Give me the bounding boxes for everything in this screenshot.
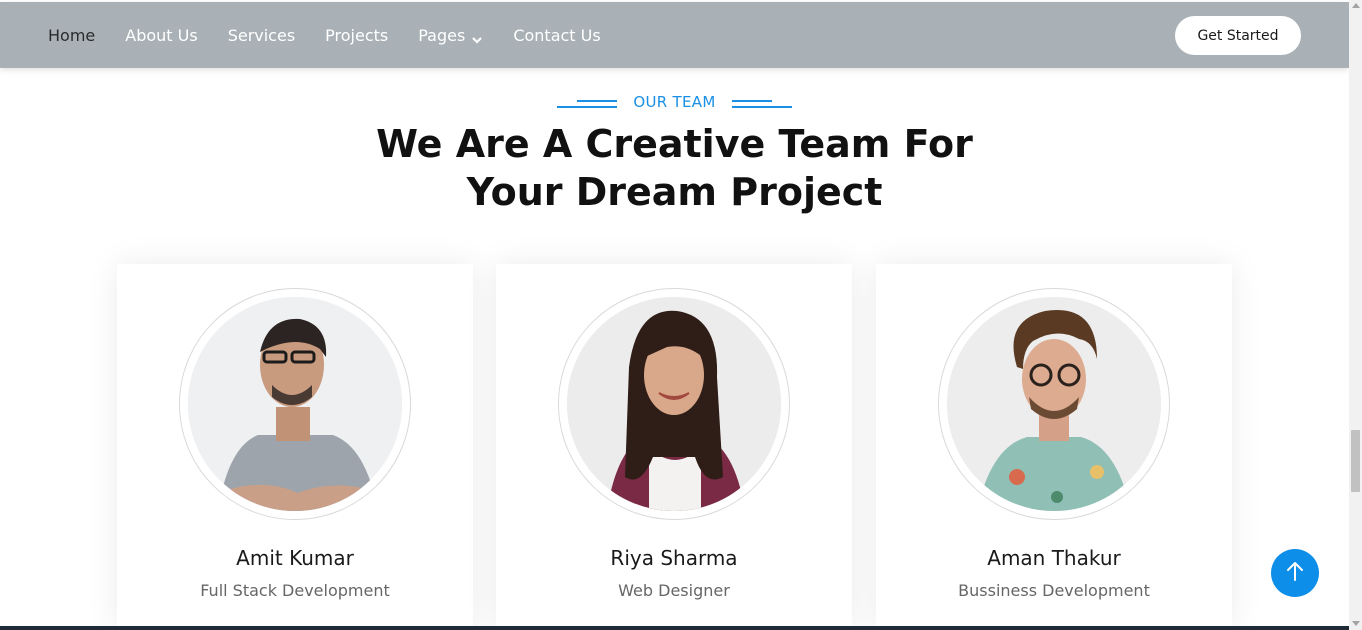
nav-item-label: Home	[48, 25, 96, 45]
arrow-up-icon	[1285, 560, 1305, 586]
scrollbar-thumb[interactable]	[1351, 430, 1360, 492]
member-role: Web Designer	[618, 581, 730, 600]
nav-item-label: About Us	[125, 25, 198, 45]
scroll-down-icon[interactable]	[1352, 621, 1360, 626]
decorative-lines-right	[731, 96, 792, 108]
nav-links: Home About Us Services Projects Pages Co…	[48, 2, 631, 68]
avatar	[947, 297, 1161, 511]
section-eyebrow: OUR TEAM	[557, 92, 792, 112]
nav-item-label: Projects	[325, 25, 389, 45]
nav-item-services[interactable]: Services	[228, 26, 295, 45]
nav-item-contact-us[interactable]: Contact Us	[513, 26, 600, 45]
page-scrollbar[interactable]	[1349, 0, 1362, 630]
member-name: Amit Kumar	[236, 546, 354, 570]
nav-item-home[interactable]: Home	[48, 26, 95, 45]
back-to-top-button[interactable]	[1271, 549, 1319, 597]
member-name: Aman Thakur	[987, 546, 1121, 570]
team-card: Aman Thakur Bussiness Development	[876, 264, 1232, 630]
nav-item-projects[interactable]: Projects	[325, 26, 388, 45]
member-photo	[947, 297, 1161, 511]
member-role: Full Stack Development	[200, 581, 390, 600]
member-photo	[188, 297, 402, 511]
team-card: Amit Kumar Full Stack Development	[117, 264, 473, 630]
eyebrow-text: OUR TEAM	[633, 93, 716, 111]
member-role: Bussiness Development	[958, 581, 1150, 600]
section-title-line-2: Your Dream Project	[466, 170, 883, 214]
nav-item-label: Services	[227, 25, 296, 45]
avatar-ring	[179, 288, 411, 520]
member-photo	[567, 297, 781, 511]
team-card: Riya Sharma Web Designer	[496, 264, 852, 630]
nav-item-label: Pages	[418, 25, 466, 45]
nav-item-label: Contact Us	[513, 25, 601, 45]
nav-item-pages[interactable]: Pages	[418, 26, 483, 45]
avatar	[567, 297, 781, 511]
footer-edge	[0, 626, 1349, 630]
section-title-line-1: We Are A Creative Team For	[376, 122, 973, 166]
avatar-ring	[558, 288, 790, 520]
avatar-ring	[938, 288, 1170, 520]
get-started-button[interactable]: Get Started	[1175, 16, 1301, 55]
section-title: We Are A Creative Team For Your Dream Pr…	[300, 120, 1049, 216]
member-name: Riya Sharma	[610, 546, 738, 570]
avatar	[188, 297, 402, 511]
chevron-down-icon	[471, 30, 483, 44]
top-navbar: Home About Us Services Projects Pages Co…	[0, 2, 1349, 68]
nav-item-about-us[interactable]: About Us	[125, 26, 197, 45]
decorative-lines-left	[557, 96, 618, 108]
scroll-up-icon[interactable]	[1352, 3, 1360, 8]
